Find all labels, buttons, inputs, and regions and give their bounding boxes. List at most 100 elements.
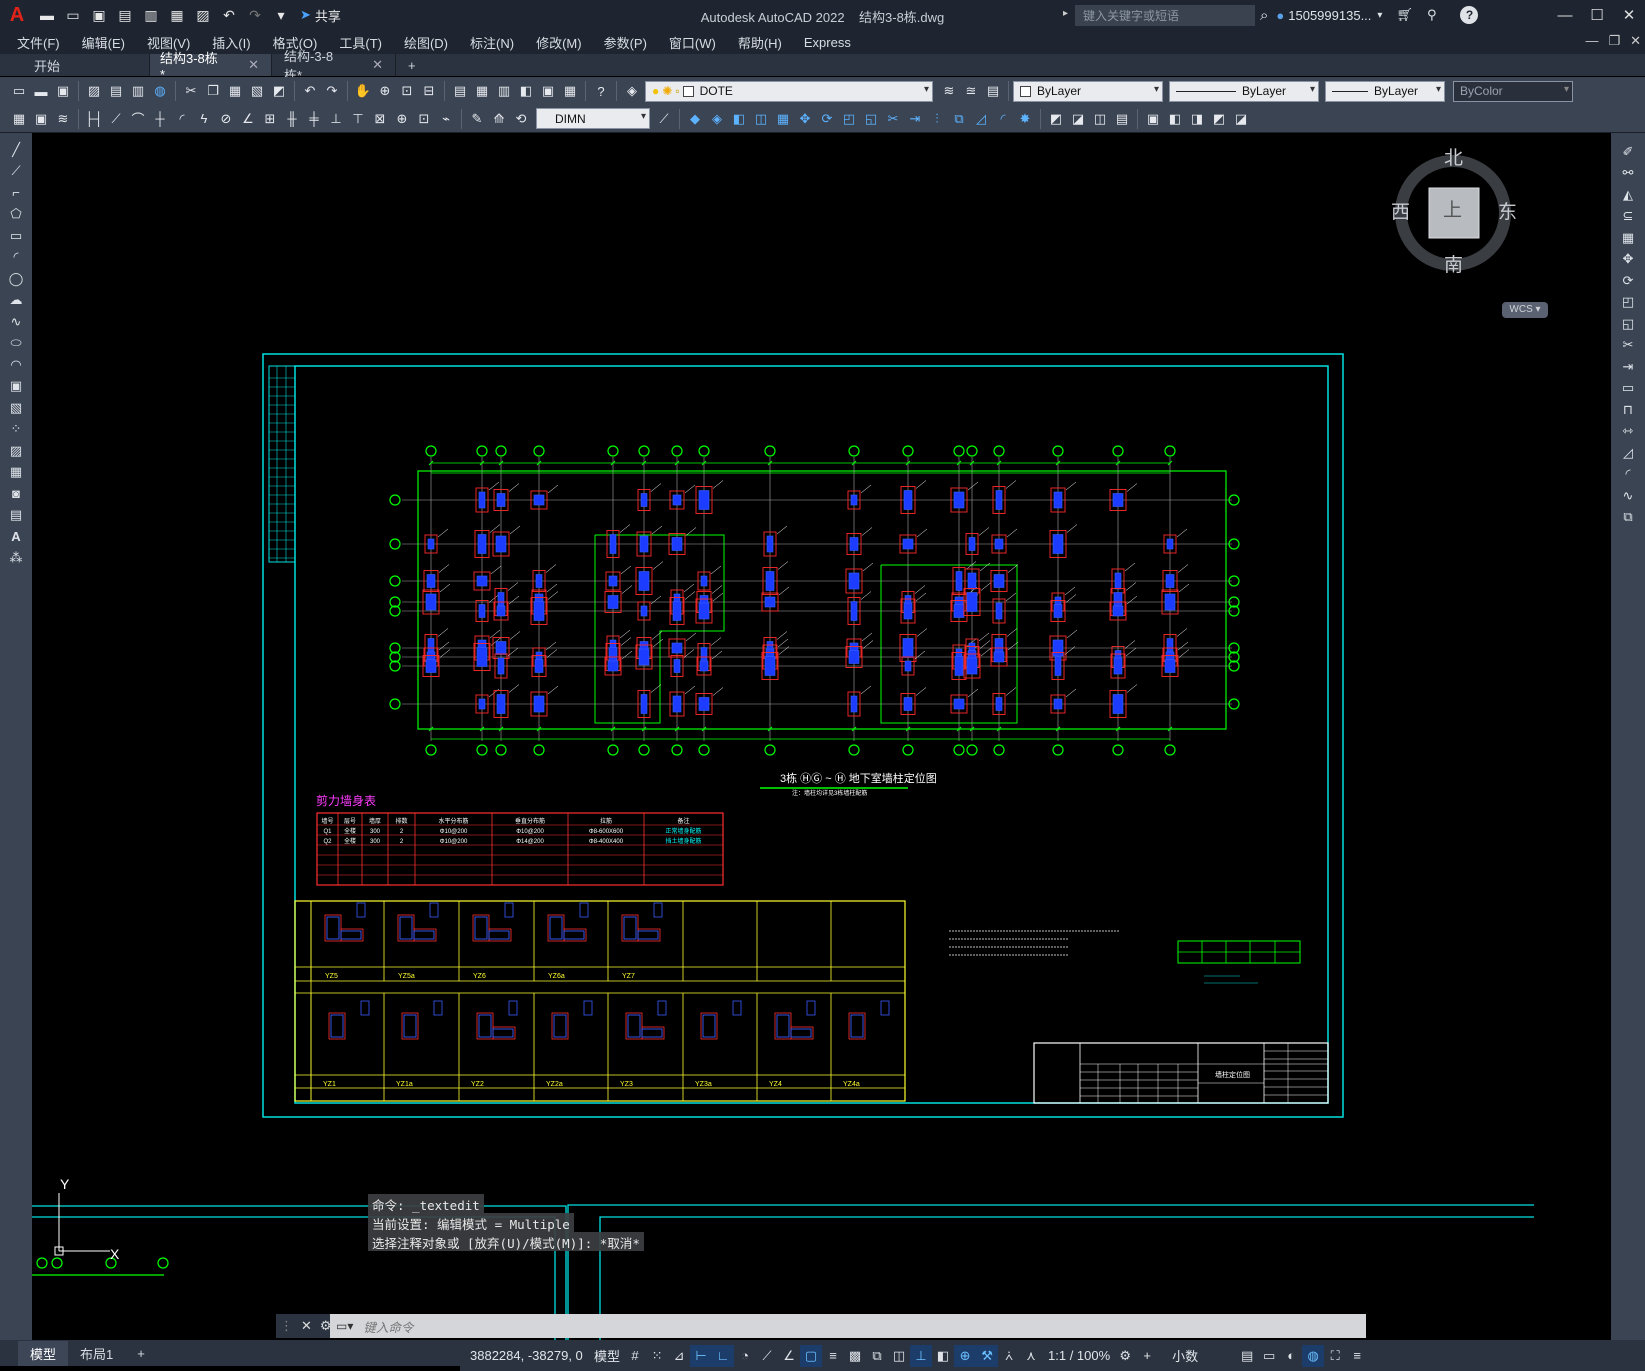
move-icon[interactable]: ✥ (795, 109, 815, 129)
user-name[interactable]: 1505999135... (1288, 8, 1371, 23)
menu-help[interactable]: 帮助(H) (727, 33, 793, 52)
copy-object-icon[interactable]: ◈ (707, 109, 727, 129)
draw-order-icon[interactable]: ◩ (1046, 109, 1066, 129)
rotate-icon[interactable]: ⟳ (817, 109, 837, 129)
ordinate-dimension-icon[interactable]: ┼ (150, 109, 170, 129)
dimstyle-dropdown[interactable]: DIMN ▾ (536, 108, 650, 129)
array-icon[interactable]: ▦ (1611, 227, 1645, 249)
3d-print-icon[interactable]: ◍ (150, 81, 170, 101)
command-prompt-icon[interactable]: ▭▾ (336, 1319, 353, 1333)
help-icon[interactable]: ? (1460, 6, 1479, 24)
object-snap-icon[interactable]: ▢ (800, 1344, 823, 1367)
plot-icon[interactable]: ▨ (192, 4, 214, 26)
undo-icon[interactable]: ↶ (218, 4, 240, 26)
viewcube-top-face[interactable]: 上 (1443, 195, 1462, 222)
viewcube-south[interactable]: 南 (1444, 250, 1463, 277)
lineweight-icon[interactable]: ≡ (822, 1345, 844, 1367)
tool-palettes-icon[interactable]: ▥ (494, 81, 514, 101)
arc-length-icon[interactable]: ⌒ (128, 109, 148, 129)
snap-icon[interactable]: ⁙ (646, 1345, 668, 1367)
pan-icon[interactable]: ✋ (353, 81, 373, 101)
explode-icon[interactable]: ⧉ (1611, 507, 1645, 529)
quick-calc-icon[interactable]: ▦ (560, 81, 580, 101)
viewcube-east[interactable]: 东 (1498, 197, 1517, 224)
join-icon[interactable]: ⇿ (1611, 421, 1645, 443)
center-mark-icon[interactable]: ⊕ (392, 109, 412, 129)
send-back-icon[interactable]: ◫ (1090, 109, 1110, 129)
customize-qat-icon[interactable]: ▾ (270, 4, 292, 26)
annotation-scale-dropdown[interactable]: 1:1 / 100% (1048, 1348, 1110, 1363)
make-current-icon[interactable]: ≋ (939, 81, 959, 101)
menu-express[interactable]: Express (793, 35, 862, 50)
close-tab-icon[interactable]: ✕ (372, 57, 383, 73)
maximize-button[interactable]: ☐ (1581, 0, 1613, 30)
gizmo-icon[interactable]: ⊕ (954, 1344, 977, 1367)
blend-curves-icon[interactable]: ∿ (1611, 485, 1645, 507)
fillet-icon[interactable]: ◜ (1611, 464, 1645, 486)
dimension-text-edit-icon[interactable]: ⟰ (489, 109, 509, 129)
grip-icon[interactable]: ⋮ (280, 1318, 293, 1334)
break-icon[interactable]: ⫶ (927, 109, 947, 129)
linetype-dropdown[interactable]: ByLayer ▾ (1169, 80, 1319, 102)
search-expand-icon[interactable]: ▸ (1063, 8, 1068, 19)
spline-icon[interactable]: ∿ (0, 311, 32, 333)
menu-parametric[interactable]: 参数(P) (593, 33, 658, 52)
publish-icon[interactable]: ▥ (128, 81, 148, 101)
transparency-icon[interactable]: ▩ (844, 1345, 866, 1367)
trim-icon[interactable]: ✂ (1611, 335, 1645, 357)
extend-icon[interactable]: ⇥ (905, 109, 925, 129)
customize-icon[interactable]: ≡ (1346, 1345, 1368, 1367)
auto-scale-icon[interactable]: ⩑ (998, 1345, 1020, 1367)
move-icon[interactable]: ✥ (1611, 249, 1645, 271)
join-icon[interactable]: ⧉ (949, 109, 969, 129)
quick-dimension-icon[interactable]: ⊞ (260, 109, 280, 129)
insert-block-icon[interactable]: ▣ (1143, 109, 1163, 129)
object-snap-tracking-icon[interactable]: ∠ (778, 1345, 800, 1367)
polygon-icon[interactable]: ⬠ (0, 204, 32, 226)
search-icon[interactable]: ⌕ (1260, 7, 1268, 24)
grid-icon[interactable]: # (624, 1345, 646, 1367)
layer-dropdown[interactable]: ● ✺ ▫ DOTE ▾ (645, 80, 933, 102)
ellipse-arc-icon[interactable]: ◠ (0, 354, 32, 376)
layer-properties-icon[interactable]: ◈ (622, 81, 642, 101)
viewcube-north[interactable]: 北 (1444, 143, 1463, 170)
jogged-linear-icon[interactable]: ⌁ (436, 109, 456, 129)
drawing-canvas[interactable]: 3栋 ⒽⒼ ~ Ⓗ 地下室墙柱定位图 注：墙柱均详见3栋墙柱配筋 剪力墙身表 墙… (32, 133, 1611, 1340)
ortho-icon[interactable]: ∟ (712, 1344, 735, 1367)
design-center-icon[interactable]: ▦ (472, 81, 492, 101)
publish-icon[interactable]: ▦ (166, 4, 188, 26)
infer-constraints-icon[interactable]: ⊿ (668, 1345, 690, 1367)
rotate-icon[interactable]: ⟳ (1611, 270, 1645, 292)
tolerance-icon[interactable]: ⊠ (370, 109, 390, 129)
point-icon[interactable]: ⁘ (0, 419, 32, 441)
continue-dimension-icon[interactable]: ╪ (304, 109, 324, 129)
undo-icon[interactable]: ↶ (300, 81, 320, 101)
doc-restore-button[interactable]: ❐ (1608, 33, 1620, 49)
layer-previous-icon[interactable]: ≊ (961, 81, 981, 101)
match-properties-icon[interactable]: ▧ (247, 81, 267, 101)
graphics-performance-icon[interactable]: ◍ (1302, 1344, 1325, 1367)
menu-window[interactable]: 窗口(W) (658, 33, 727, 52)
selection-filter-icon[interactable]: ◧ (932, 1345, 954, 1367)
annotation-visibility-icon[interactable]: ⚒ (976, 1344, 999, 1367)
zoom-window-icon[interactable]: ⊡ (397, 81, 417, 101)
save-icon[interactable]: ▣ (88, 4, 110, 26)
tab-layout1[interactable]: 布局1 (68, 1341, 125, 1366)
table-icon[interactable]: ▦ (9, 109, 29, 129)
menu-draw[interactable]: 绘图(D) (393, 33, 459, 52)
scale-icon[interactable]: ◰ (1611, 292, 1645, 314)
plotstyle-dropdown[interactable]: ByColor ▾ (1453, 80, 1573, 102)
baseline-dimension-icon[interactable]: ╫ (282, 109, 302, 129)
break-at-point-icon[interactable]: ▭ (1611, 378, 1645, 400)
tab-structure-3-8[interactable]: 结构-3-8栋* ✕ (272, 49, 396, 83)
annotation-scale-icon[interactable]: ⋏ (1020, 1345, 1042, 1367)
insert-block-icon[interactable]: ▣ (0, 376, 32, 398)
ellipse-icon[interactable]: ⬭ (0, 333, 32, 355)
bring-front-icon[interactable]: ◪ (1068, 109, 1088, 129)
quick-properties-icon[interactable]: ▤ (1236, 1345, 1258, 1367)
zoom-realtime-icon[interactable]: ⊕ (375, 81, 395, 101)
plot-preview-icon[interactable]: ▤ (106, 81, 126, 101)
selection-cycling-icon[interactable]: ⧉ (866, 1345, 888, 1367)
erase-icon[interactable]: ◆ (685, 109, 705, 129)
open-icon[interactable]: ▭ (62, 4, 84, 26)
